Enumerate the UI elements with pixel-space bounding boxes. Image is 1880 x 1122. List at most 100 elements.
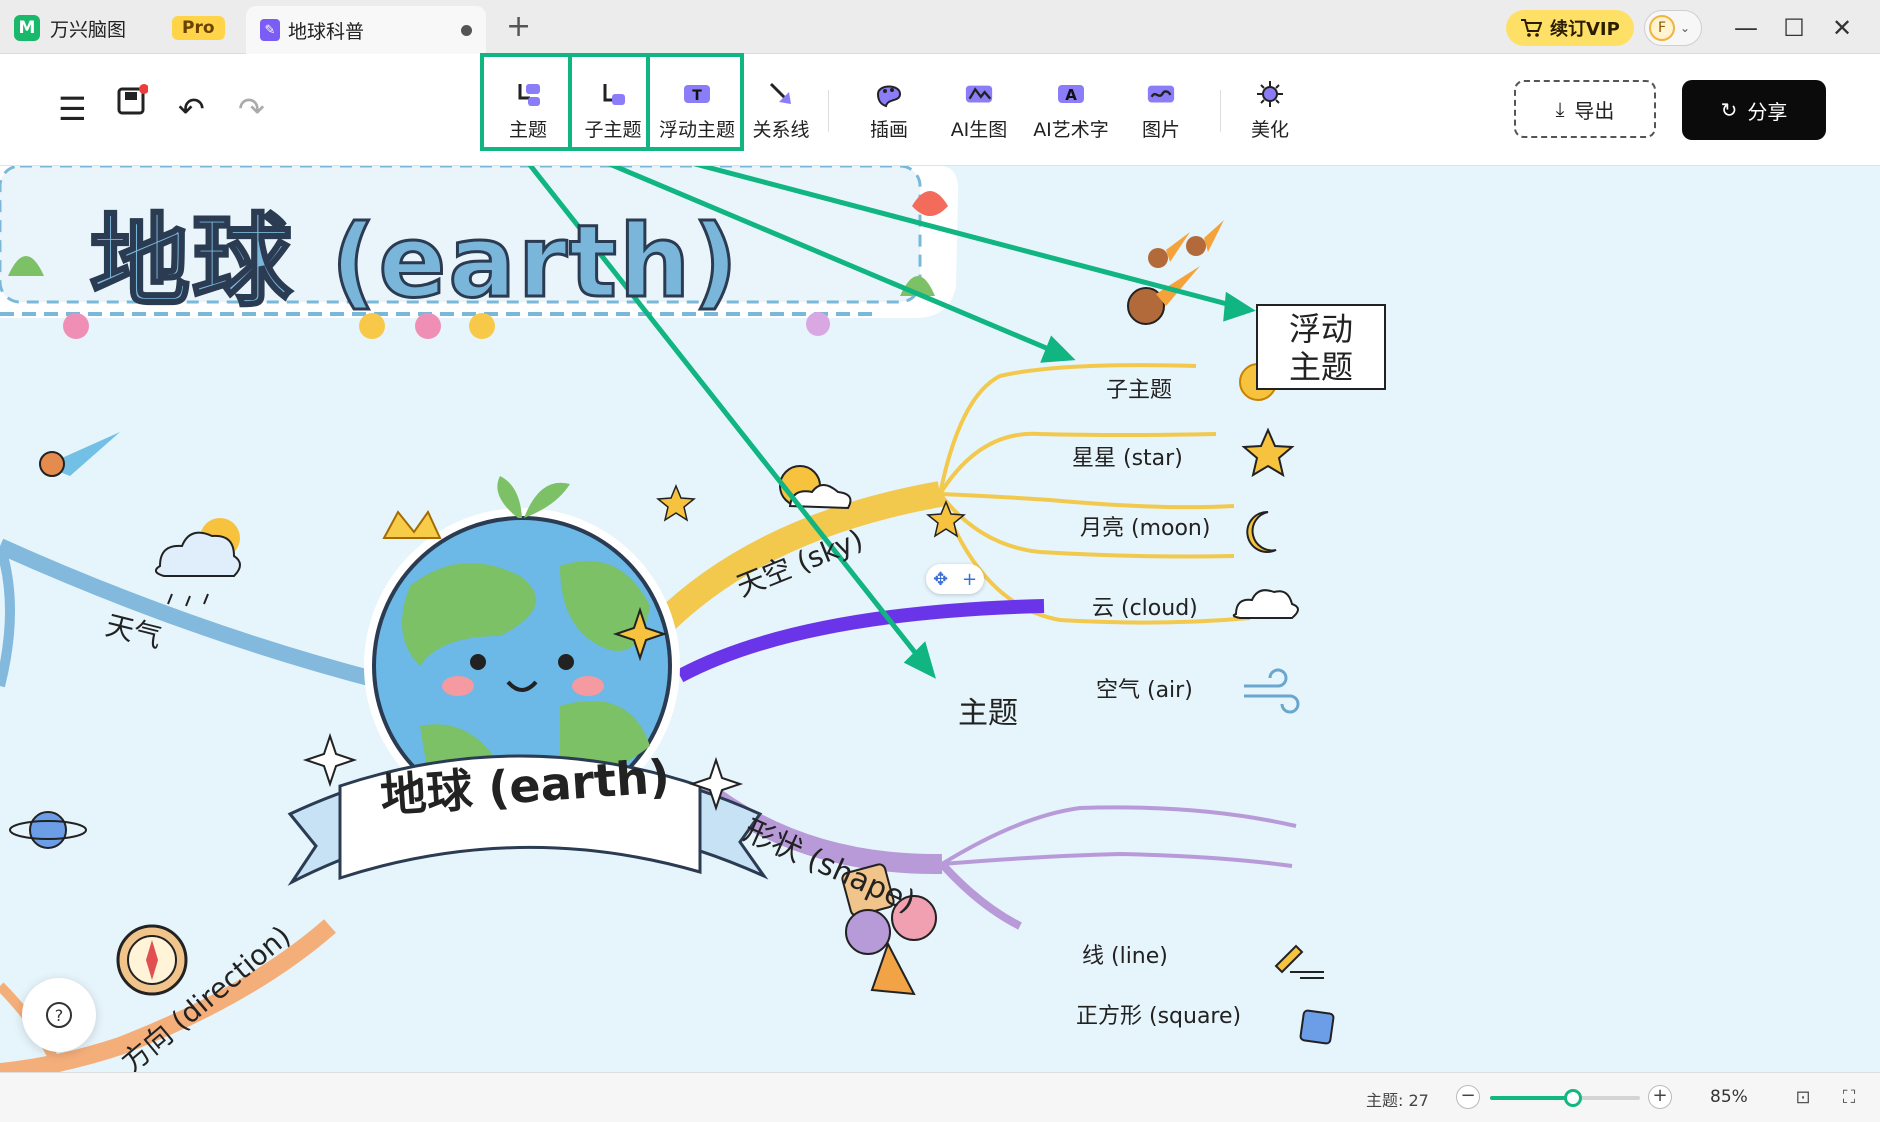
app-logo-icon: M <box>14 15 40 41</box>
ai-art-text-icon: A <box>1056 79 1086 109</box>
mindmap-canvas[interactable]: 地球 (earth) 地球 (earth) 天空 (sky) 天气 方向 (di… <box>0 166 1880 1072</box>
wind-icon <box>1244 668 1300 714</box>
zoom-in-button[interactable]: + <box>1648 1085 1672 1109</box>
export-button[interactable]: ⤓ 导出 <box>1514 80 1656 138</box>
star-decoration-icon <box>63 313 89 339</box>
pro-badge[interactable]: Pro <box>172 16 225 40</box>
zoom-slider-knob[interactable] <box>1563 1089 1582 1107</box>
close-window-button[interactable]: ✕ <box>1822 10 1862 46</box>
document-tab[interactable]: ✎ 地球科普 <box>246 6 486 54</box>
redo-icon[interactable]: ↷ <box>238 90 265 128</box>
share-label: 分享 <box>1747 99 1788 124</box>
meteors-icon <box>1127 220 1224 325</box>
ai-art-text-tool-label: AI艺术字 <box>1033 118 1109 141</box>
user-avatar-menu[interactable]: F ⌄ <box>1644 10 1702 46</box>
save-icon[interactable] <box>116 84 149 126</box>
ai-image-tool-label: AI生图 <box>950 118 1008 141</box>
app-name: 万兴脑图 <box>50 18 127 41</box>
floating-topic-line-1: 浮动 <box>1288 310 1353 348</box>
chevron-down-icon: ⌄ <box>1680 21 1691 35</box>
zoom-slider-fill <box>1490 1096 1573 1100</box>
topic-count: 主题: 27 <box>1366 1091 1429 1110</box>
sky-child-star[interactable]: 星星 (star) <box>1072 440 1183 472</box>
fullscreen-icon[interactable]: ⛶ <box>1836 1085 1862 1111</box>
moon-icon <box>1246 510 1277 553</box>
export-label: 导出 <box>1574 98 1615 123</box>
maximize-button[interactable]: ☐ <box>1774 10 1814 46</box>
menu-icon[interactable]: ☰ <box>58 90 87 128</box>
star-icon <box>1241 427 1295 478</box>
unsaved-dot-icon[interactable] <box>461 24 472 36</box>
ai-image-tool-button[interactable]: AI生图 <box>944 68 1014 152</box>
new-tab-button[interactable]: + <box>506 10 531 44</box>
fit-to-screen-icon[interactable]: ⊡ <box>1790 1085 1816 1111</box>
document-tab-label: 地球科普 <box>288 20 365 43</box>
avatar: F <box>1649 15 1675 41</box>
topic-highlight-box <box>480 53 572 151</box>
relation-line-tool-label: 关系线 <box>752 118 810 141</box>
subtopic-highlight-box <box>568 53 650 151</box>
cloud-icon <box>1232 589 1299 619</box>
floating-topic-highlight-box <box>646 53 744 151</box>
zoom-slider[interactable] <box>1490 1089 1640 1107</box>
undo-icon[interactable]: ↶ <box>178 90 205 128</box>
app-tab[interactable]: M 万兴脑图 Pro <box>14 8 225 48</box>
sky-child-moon[interactable]: 月亮 (moon) <box>1080 510 1210 542</box>
floating-topic-node[interactable]: 浮动 主题 <box>1256 304 1386 390</box>
renew-vip-label: 续订VIP <box>1550 19 1620 40</box>
document-icon: ✎ <box>260 19 280 41</box>
title-bar: M 万兴脑图 Pro ✎ 地球科普 + 续订VIP F ⌄ — ☐ ✕ <box>0 0 1880 54</box>
renew-vip-button[interactable]: 续订VIP <box>1506 10 1634 46</box>
shape-child-line <box>941 851 1293 868</box>
illustration-tool-label: 插画 <box>869 118 908 141</box>
toolbar-divider <box>1220 90 1221 132</box>
weather-cloud-icon <box>154 518 241 607</box>
sky-child-air[interactable]: 空气 (air) <box>1096 672 1193 704</box>
sky-child-subtopic[interactable]: 子主题 <box>1106 372 1172 404</box>
banner-title[interactable]: 地球 (earth) <box>89 180 740 325</box>
add-child-icon[interactable]: + <box>962 569 977 590</box>
zoom-out-button[interactable]: − <box>1456 1085 1480 1109</box>
shape-child-square[interactable]: 正方形 (square) <box>1076 998 1241 1030</box>
topic-branch-line <box>676 599 1045 683</box>
relation-line-icon <box>766 79 796 109</box>
node-handle[interactable]: ✥ + <box>926 564 984 594</box>
image-tool-label: 图片 <box>1141 118 1180 141</box>
square-shape-icon <box>1299 1009 1335 1045</box>
beautify-tool-button[interactable]: 美化 <box>1248 68 1292 152</box>
sun-cloud-icon <box>779 465 852 510</box>
shape-child-line <box>939 861 1022 930</box>
illustration-icon <box>874 79 904 109</box>
image-icon <box>1146 79 1176 109</box>
help-icon: ? <box>46 1002 72 1028</box>
beautify-tool-label: 美化 <box>1250 118 1289 141</box>
sparkle-icon <box>302 732 358 788</box>
share-button[interactable]: ↻ 分享 <box>1682 80 1826 140</box>
star-icon <box>656 484 696 522</box>
svg-text:A: A <box>1065 86 1077 104</box>
zoom-level[interactable]: 85% <box>1710 1087 1748 1107</box>
pencil-line-icon <box>1274 944 1324 979</box>
weather-branch-line <box>0 544 15 688</box>
relation-line-tool-button[interactable]: 关系线 <box>748 68 814 152</box>
cart-icon <box>1521 19 1542 37</box>
floating-topic-line-2: 主题 <box>1288 348 1353 386</box>
image-tool-button[interactable]: 图片 <box>1138 68 1184 152</box>
move-icon[interactable]: ✥ <box>933 569 948 590</box>
toolbar: ☰ ↶ ↷ 主题 子主题 T 浮动主题 关系线 插画 AI生图 A AI艺术字 … <box>0 53 1880 166</box>
help-button[interactable]: ? <box>22 978 96 1052</box>
compass-icon <box>116 924 188 996</box>
sky-child-line <box>939 492 1235 510</box>
toolbar-divider <box>828 90 829 132</box>
minimize-button[interactable]: — <box>1726 10 1766 46</box>
illustration-tool-button[interactable]: 插画 <box>864 68 914 152</box>
ai-art-text-tool-button[interactable]: A AI艺术字 <box>1026 68 1116 152</box>
comet-icon <box>39 432 120 477</box>
crown-icon <box>382 510 442 539</box>
shape-child-line[interactable]: 线 (line) <box>1082 938 1168 970</box>
branch-topic[interactable]: 主题 <box>958 688 1018 732</box>
status-bar: 主题: 27 − + 85% ⊡ ⛶ <box>0 1072 1880 1122</box>
share-icon: ↻ <box>1720 98 1738 122</box>
planet-icon <box>9 811 87 849</box>
sky-child-cloud[interactable]: 云 (cloud) <box>1092 590 1198 622</box>
